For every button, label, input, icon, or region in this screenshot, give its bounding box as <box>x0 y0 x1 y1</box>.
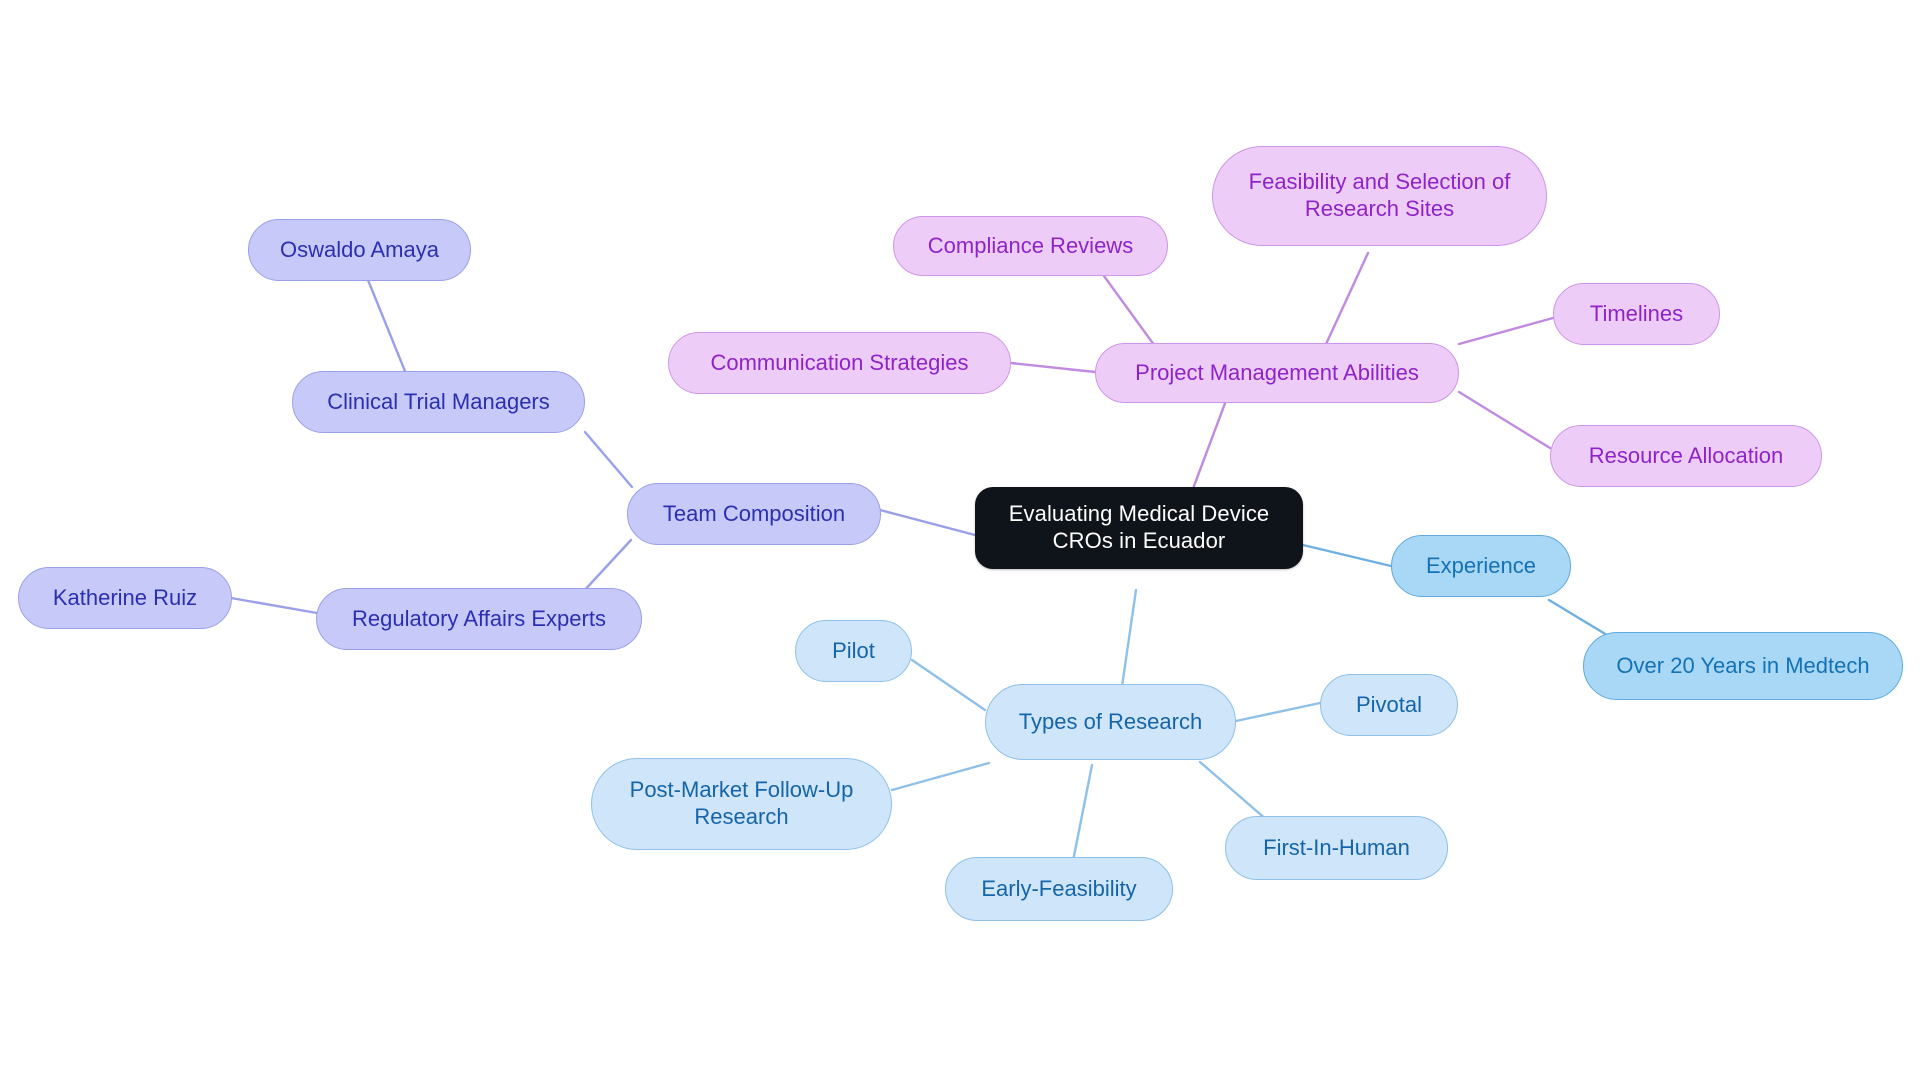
node-feasibility-and-selection-of-research-sites-label: Feasibility and Selection of Research Si… <box>1248 169 1511 221</box>
node-over-20-years-in-medtech[interactable]: Over 20 Years in Medtech <box>1583 632 1903 700</box>
edge-types-early-feasibility <box>1071 763 1094 863</box>
node-katherine-ruiz[interactable]: Katherine Ruiz <box>18 567 232 629</box>
node-feasibility-and-selection-of-research-sites[interactable]: Feasibility and Selection of Research Si… <box>1212 146 1547 246</box>
node-katherine-ruiz-label: Katherine Ruiz <box>52 584 198 610</box>
node-pilot[interactable]: Pilot <box>795 620 912 682</box>
mindmap-canvas: Evaluating Medical Device CROs in Ecuado… <box>0 0 1920 1083</box>
node-early-feasibility[interactable]: Early-Feasibility <box>945 857 1173 921</box>
node-oswaldo-amaya[interactable]: Oswaldo Amaya <box>248 219 471 281</box>
edge-pm-timelines <box>1457 316 1555 346</box>
node-team-composition-label: Team Composition <box>662 500 846 526</box>
node-timelines[interactable]: Timelines <box>1553 283 1720 345</box>
node-communication-strategies[interactable]: Communication Strategies <box>668 332 1011 394</box>
node-first-in-human-label: First-In-Human <box>1263 834 1410 860</box>
node-early-feasibility-label: Early-Feasibility <box>981 875 1137 901</box>
node-types-of-research[interactable]: Types of Research <box>985 684 1236 760</box>
node-pivotal-label: Pivotal <box>1355 691 1423 717</box>
node-regulatory-affairs-experts[interactable]: Regulatory Affairs Experts <box>316 588 642 650</box>
node-timelines-label: Timelines <box>1589 300 1684 326</box>
edge-pm-resource-allocation <box>1457 390 1552 450</box>
edge-ctm-oswaldo-amaya <box>366 278 411 383</box>
edge-types-pilot <box>910 658 987 712</box>
node-root[interactable]: Evaluating Medical Device CROs in Ecuado… <box>975 487 1303 569</box>
node-project-management-abilities[interactable]: Project Management Abilities <box>1095 343 1459 403</box>
node-clinical-trial-managers[interactable]: Clinical Trial Managers <box>292 371 585 433</box>
node-compliance-reviews-label: Compliance Reviews <box>927 232 1134 258</box>
node-pilot-label: Pilot <box>832 637 875 663</box>
edge-rae-katherine-ruiz <box>229 596 319 615</box>
node-communication-strategies-label: Communication Strategies <box>710 349 969 375</box>
node-first-in-human[interactable]: First-In-Human <box>1225 816 1448 880</box>
edge-root-team-composition <box>878 508 977 537</box>
node-clinical-trial-managers-label: Clinical Trial Managers <box>327 388 550 414</box>
edge-root-experience <box>1301 543 1393 568</box>
node-project-management-abilities-label: Project Management Abilities <box>1135 359 1419 385</box>
node-regulatory-affairs-experts-label: Regulatory Affairs Experts <box>352 605 606 631</box>
node-compliance-reviews[interactable]: Compliance Reviews <box>893 216 1168 276</box>
edge-pm-communication <box>1009 361 1097 374</box>
mindmap-edges <box>229 251 1642 863</box>
edge-team-regulatory-affairs-experts <box>580 538 633 595</box>
node-experience[interactable]: Experience <box>1391 535 1571 597</box>
node-post-market-follow-up-research[interactable]: Post-Market Follow-Up Research <box>591 758 892 850</box>
node-types-of-research-label: Types of Research <box>1018 708 1203 734</box>
node-experience-label: Experience <box>1425 552 1537 578</box>
edge-pm-compliance <box>1102 274 1159 351</box>
node-over-20-years-in-medtech-label: Over 20 Years in Medtech <box>1616 652 1870 678</box>
node-resource-allocation[interactable]: Resource Allocation <box>1550 425 1822 487</box>
edge-types-pivotal <box>1234 701 1322 723</box>
node-pivotal[interactable]: Pivotal <box>1320 674 1458 736</box>
node-root-label: Evaluating Medical Device CROs in Ecuado… <box>1008 501 1270 553</box>
node-post-market-follow-up-research-label: Post-Market Follow-Up Research <box>629 777 854 829</box>
node-team-composition[interactable]: Team Composition <box>627 483 881 545</box>
node-resource-allocation-label: Resource Allocation <box>1588 442 1784 468</box>
edge-types-post-market <box>890 761 991 792</box>
node-oswaldo-amaya-label: Oswaldo Amaya <box>280 236 439 262</box>
edge-pm-feasibility <box>1319 251 1370 357</box>
edge-team-clinical-trial-managers <box>583 430 634 489</box>
